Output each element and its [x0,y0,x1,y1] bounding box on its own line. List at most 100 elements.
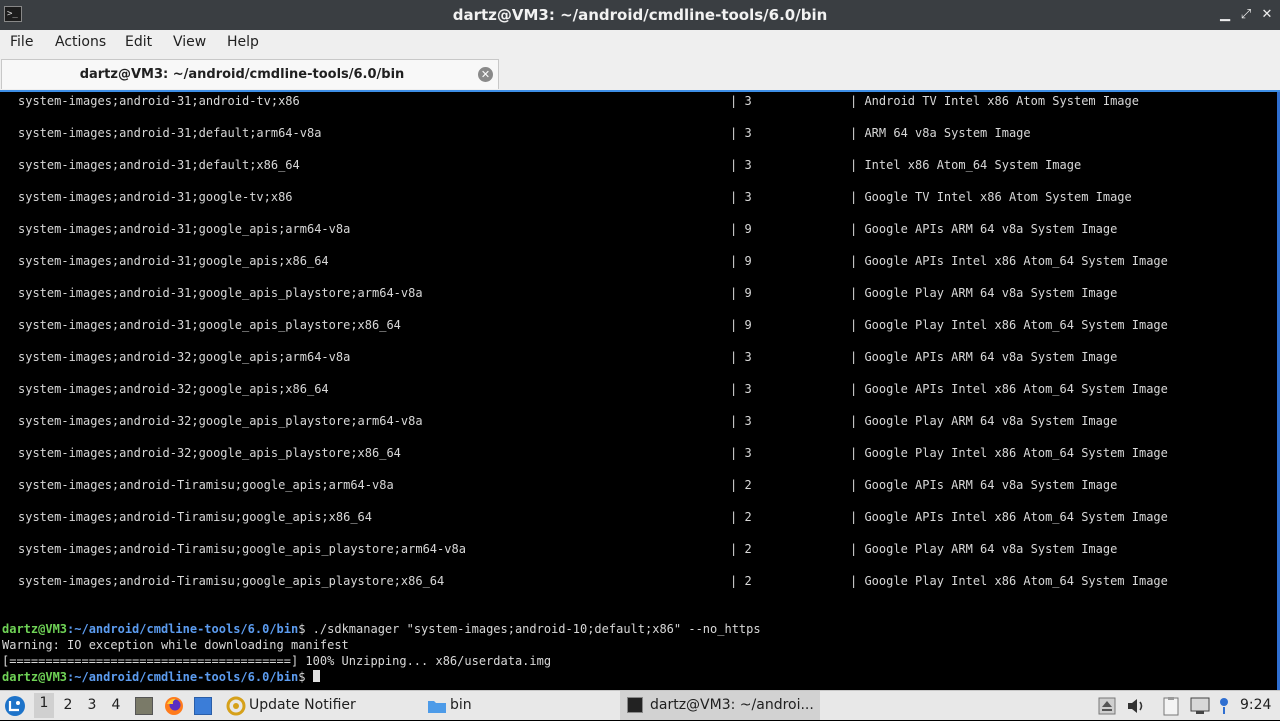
package-row: system-images;android-31;google_apis;arm… [0,222,1117,238]
package-description: | Google Play ARM 64 v8a System Image [850,286,1118,300]
prompt-path: :~/android/cmdline-tools/6.0/bin [67,622,299,636]
close-window-button[interactable]: ✕ [1258,5,1276,25]
package-path: system-images;android-Tiramisu;google_ap… [18,510,373,524]
package-row: system-images;android-32;google_apis;arm… [0,350,1117,366]
prompt-path: :~/android/cmdline-tools/6.0/bin [67,670,299,684]
eject-icon[interactable] [1098,697,1116,715]
bin-folder-task[interactable]: bin [450,697,472,713]
package-path: system-images;android-32;google_apis_pla… [18,414,423,428]
package-description: | Google Play Intel x86 Atom_64 System I… [850,446,1168,460]
start-menu-button[interactable] [4,695,26,717]
package-version: | 9 [730,286,752,300]
package-version: | 9 [730,318,752,332]
lubuntu-logo-icon [5,696,25,716]
terminal-output[interactable]: system-images;android-31;android-tv;x86 … [0,90,1280,690]
package-path: system-images;android-31;default;arm64-v… [18,126,322,140]
prompt-user: dartz@VM3 [2,670,68,684]
package-path: system-images;android-32;google_apis;x86… [18,382,329,396]
prompt-symbol: $ [298,622,313,636]
package-row: system-images;android-32;google_apis;x86… [0,382,1168,398]
package-row: system-images;android-31;google_apis_pla… [0,318,1168,334]
network-icon[interactable] [1190,697,1210,715]
package-row: system-images;android-32;google_apis_pla… [0,446,1168,462]
package-row: system-images;android-31;google-tv;x86 |… [0,190,1132,206]
prompt-user: dartz@VM3 [2,622,68,636]
menu-file[interactable]: File [10,34,33,50]
file-manager-launcher-icon[interactable] [194,697,212,715]
clipboard-icon[interactable] [1162,696,1180,716]
package-description: | Google APIs Intel x86 Atom_64 System I… [850,254,1168,268]
firefox-launcher[interactable] [164,696,184,716]
volume-icon[interactable] [1126,697,1146,715]
package-version: | 2 [730,478,752,492]
package-version: | 3 [730,126,752,140]
taskbar: 1 2 3 4 Update Notifier bin dartz@VM3: ~… [0,690,1280,720]
package-version: | 9 [730,254,752,268]
package-version: | 3 [730,446,752,460]
package-description: | Google TV Intel x86 Atom System Image [850,190,1132,204]
package-row: system-images;android-31;android-tv;x86 … [0,94,1139,110]
terminal-task[interactable]: dartz@VM3: ~/androi... [620,691,820,720]
package-row: system-images;android-31;default;arm64-v… [0,126,1031,142]
workspace-1[interactable]: 1 [34,693,54,718]
package-description: | Intel x86 Atom_64 System Image [850,158,1082,172]
package-row: system-images;android-Tiramisu;google_ap… [0,478,1117,494]
package-row: system-images;android-31;default;x86_64 … [0,158,1081,174]
package-description: | Google APIs Intel x86 Atom_64 System I… [850,510,1168,524]
window-title: dartz@VM3: ~/android/cmdline-tools/6.0/b… [452,6,828,24]
package-row: system-images;android-Tiramisu;google_ap… [0,510,1168,526]
notification-icon[interactable] [1218,696,1230,716]
tab-strip: dartz@VM3: ~/android/cmdline-tools/6.0/b… [0,57,1280,90]
package-version: | 9 [730,222,752,236]
menu-help[interactable]: Help [227,34,259,50]
package-path: system-images;android-31;default;x86_64 [18,158,300,172]
package-version: | 2 [730,542,752,556]
text-cursor [312,670,320,682]
menu-view[interactable]: View [173,34,206,50]
package-version: | 3 [730,190,752,204]
package-description: | Google APIs ARM 64 v8a System Image [850,478,1118,492]
package-path: system-images;android-Tiramisu;google_ap… [18,574,445,588]
workspace-4[interactable]: 4 [106,697,126,713]
terminal-task-icon [627,697,643,713]
show-desktop-icon[interactable] [135,697,153,715]
package-path: system-images;android-31;google_apis;arm… [18,222,351,236]
package-description: | Google APIs ARM 64 v8a System Image [850,350,1118,364]
update-notifier-task[interactable]: Update Notifier [249,697,356,713]
tab-close-icon[interactable]: ✕ [478,67,493,82]
package-path: system-images;android-32;google_apis_pla… [18,446,401,460]
warning-line: Warning: IO exception while downloading … [2,638,349,652]
package-path: system-images;android-31;google_apis_pla… [18,318,401,332]
minimize-button[interactable]: ▁ [1216,5,1234,25]
tab-label: dartz@VM3: ~/android/cmdline-tools/6.0/b… [79,67,405,82]
active-prompt-line[interactable]: dartz@VM3:~/android/cmdline-tools/6.0/bi… [2,670,320,686]
package-description: | Google Play Intel x86 Atom_64 System I… [850,318,1168,332]
workspace-2[interactable]: 2 [58,697,78,713]
package-version: | 3 [730,94,752,108]
package-description: | Google Play Intel x86 Atom_64 System I… [850,574,1168,588]
terminal-tab[interactable]: dartz@VM3: ~/android/cmdline-tools/6.0/b… [1,59,499,89]
package-version: | 3 [730,414,752,428]
package-row: system-images;android-31;google_apis_pla… [0,286,1117,302]
prompt-symbol: $ [298,670,313,684]
package-row: system-images;android-Tiramisu;google_ap… [0,542,1117,558]
package-version: | 3 [730,350,752,364]
menu-actions[interactable]: Actions [55,34,106,50]
window-titlebar[interactable]: >_ dartz@VM3: ~/android/cmdline-tools/6.… [0,0,1280,30]
package-path: system-images;android-Tiramisu;google_ap… [18,478,394,492]
package-path: system-images;android-Tiramisu;google_ap… [18,542,466,556]
menu-edit[interactable]: Edit [125,34,152,50]
folder-icon [427,698,447,714]
package-version: | 2 [730,510,752,524]
package-description: | Google APIs ARM 64 v8a System Image [850,222,1118,236]
workspace-3[interactable]: 3 [82,697,102,713]
package-version: | 3 [730,382,752,396]
clock[interactable]: 9:24 [1240,697,1271,713]
package-description: | Google Play ARM 64 v8a System Image [850,414,1118,428]
package-row: system-images;android-31;google_apis;x86… [0,254,1168,270]
terminal-task-label: dartz@VM3: ~/androi... [650,697,814,713]
package-path: system-images;android-31;android-tv;x86 [18,94,300,108]
package-path: system-images;android-31;google_apis_pla… [18,286,423,300]
maximize-button[interactable]: ⤢ [1237,5,1255,25]
firefox-icon [165,697,183,715]
